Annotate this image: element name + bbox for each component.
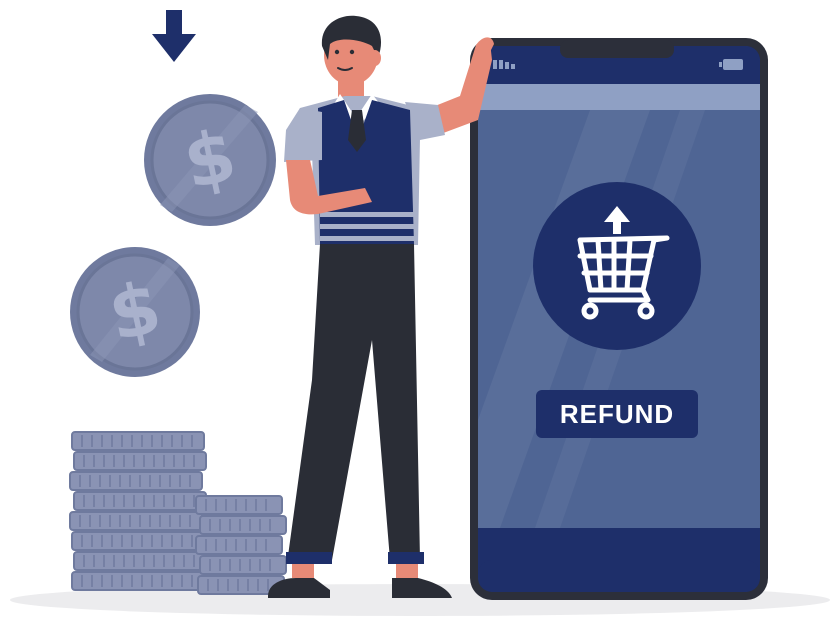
refund-button[interactable]: REFUND: [536, 390, 698, 438]
person: [268, 15, 494, 598]
coin-stack-coin: [199, 555, 287, 575]
dollar-coin-icon: $: [144, 94, 276, 226]
coin-stack-coin: [195, 535, 283, 555]
coin-stack-coin: [195, 495, 283, 515]
dollar-coin-icon: $: [70, 247, 200, 377]
arrow-down-icon: [152, 10, 196, 62]
coin-stack-coin: [199, 515, 287, 535]
coin-stack: [69, 431, 287, 595]
refund-illustration: $ $: [10, 10, 830, 616]
